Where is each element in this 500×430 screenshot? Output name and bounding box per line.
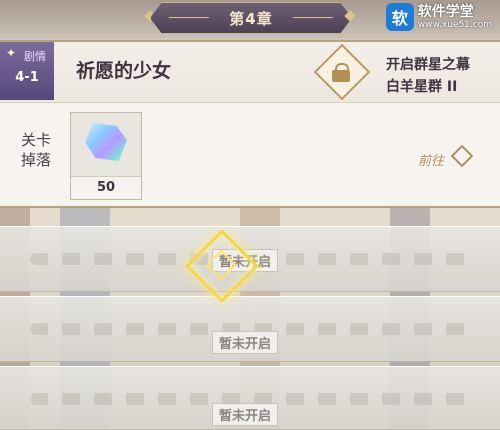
stage-number: 4-1 <box>15 70 39 85</box>
locked-stage-label: 暂未开启 <box>212 331 279 354</box>
stage-type-tag: 剧情 <box>24 50 46 63</box>
stage-name: 祈愿的少女 <box>76 60 172 82</box>
watermark-logo: 软 软件学堂 www.xue51.com <box>385 3 492 31</box>
drop-label: 关卡掉落 <box>20 131 51 169</box>
lock-icon <box>332 63 350 82</box>
crystal-icon <box>85 123 127 161</box>
watermark-icon: 软 <box>385 3 414 31</box>
drop-item-count: 50 <box>71 176 141 199</box>
watermark-url: www.xue51.com <box>417 20 492 30</box>
stage-card-header: ✦ 剧情 4-1 祈愿的少女 开启群星之幕 白羊星群 II <box>0 42 500 103</box>
chapter-plate: 第4章 <box>150 2 352 34</box>
locked-stage-row: 暂未开启 <box>0 366 500 430</box>
go-button[interactable]: 前往 <box>418 150 444 169</box>
drop-item-slot[interactable]: 50 <box>70 112 142 200</box>
watermark-title: 软件学堂 <box>417 4 474 20</box>
go-arrow-icon[interactable] <box>450 144 474 168</box>
unlock-requirement-line1: 开启群星之幕 <box>386 57 470 73</box>
chapter-title: 第4章 <box>229 9 273 28</box>
stage-card[interactable]: ✦ 剧情 4-1 祈愿的少女 开启群星之幕 白羊星群 II 关卡掉落 50 前往 <box>0 40 500 208</box>
sparkle-icon: ✦ <box>6 46 17 60</box>
locked-stage-row: 暂未开启 <box>0 296 500 362</box>
unlock-requirement-line2: 白羊星群 II <box>386 79 458 95</box>
locked-stage-label: 暂未开启 <box>212 403 279 426</box>
stage-badge: ✦ 剧情 4-1 <box>0 42 54 100</box>
